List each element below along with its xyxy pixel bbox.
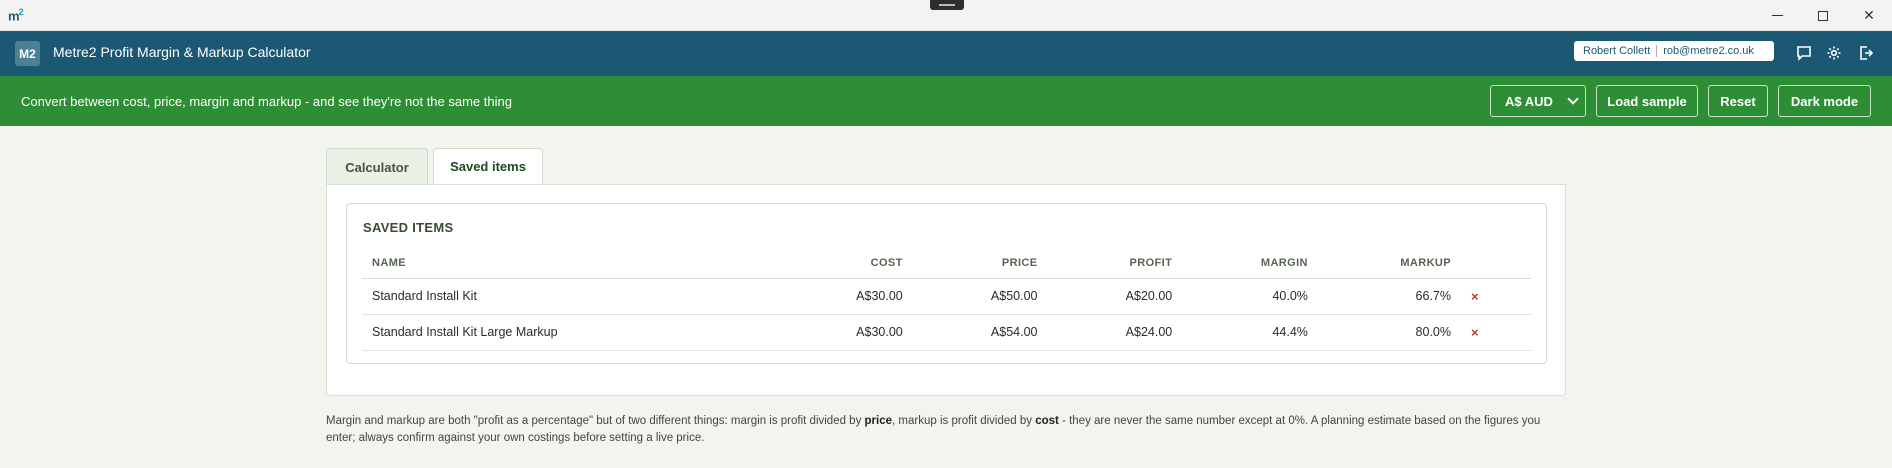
app-title: Metre2 Profit Margin & Markup Calculator <box>53 44 311 60</box>
currency-value: A$ AUD <box>1505 93 1553 109</box>
close-icon: ✕ <box>1863 7 1875 23</box>
saved-items-panel: SAVED ITEMS NAME COST PRICE PROFIT MARGI… <box>326 184 1566 396</box>
maximize-icon <box>1818 10 1828 21</box>
toolbar: Convert between cost, price, margin and … <box>0 76 1892 126</box>
app-mark-superscript: 2 <box>18 7 24 17</box>
reset-button[interactable]: Reset <box>1708 85 1768 117</box>
row-margin: 44.4% <box>1182 314 1318 351</box>
footnote-text-1: Margin and markup are both "profit as a … <box>326 415 865 427</box>
window-titlebar: m2 ✕ <box>0 0 1892 31</box>
app-mark-letter: m <box>8 8 20 24</box>
settings-button[interactable] <box>1825 44 1843 62</box>
dark-mode-button[interactable]: Dark mode <box>1778 85 1871 117</box>
saved-items-title: SAVED ITEMS <box>363 220 454 235</box>
toolbar-tagline: Convert between cost, price, margin and … <box>21 94 512 109</box>
close-window-button[interactable]: ✕ <box>1846 0 1892 31</box>
footnote-text-2: , markup is profit divided by <box>892 415 1036 427</box>
row-cost: A$30.00 <box>778 314 913 351</box>
chevron-down-icon <box>1567 93 1579 105</box>
window-drag-handle[interactable] <box>930 0 964 10</box>
currency-select[interactable]: A$ AUD <box>1490 85 1586 117</box>
column-header-profit: PROFIT <box>1047 248 1183 279</box>
footnote: Margin and markup are both "profit as a … <box>326 413 1566 447</box>
column-header-margin: MARGIN <box>1182 248 1318 279</box>
user-email: rob@metre2.co.uk <box>1663 45 1754 57</box>
column-header-price: PRICE <box>912 248 1048 279</box>
feedback-button[interactable] <box>1795 44 1813 62</box>
row-cost: A$30.00 <box>778 278 913 315</box>
column-header-cost: COST <box>778 248 913 279</box>
row-markup: 80.0% <box>1317 314 1461 351</box>
app-logo-mark: m2 <box>8 7 24 24</box>
row-name: Standard Install Kit <box>362 278 778 315</box>
app-logo: M2 <box>15 41 40 66</box>
footnote-emphasis-price: price <box>864 415 893 427</box>
column-header-actions <box>1461 248 1531 279</box>
app-header: M2 Metre2 Profit Margin & Markup Calcula… <box>0 31 1892 76</box>
column-header-name: NAME <box>362 248 778 279</box>
feedback-icon <box>1797 46 1811 61</box>
saved-items-card: SAVED ITEMS NAME COST PRICE PROFIT MARGI… <box>346 203 1547 364</box>
row-price: A$54.00 <box>912 314 1048 351</box>
row-profit: A$20.00 <box>1047 278 1183 315</box>
tab-saved-items[interactable]: Saved items <box>433 148 543 186</box>
footnote-emphasis-cost: cost <box>1035 415 1059 427</box>
minimize-icon <box>1771 15 1783 16</box>
maximize-button[interactable] <box>1800 0 1846 31</box>
user-badge[interactable]: Robert Collett rob@metre2.co.uk <box>1574 41 1774 61</box>
delete-item-button[interactable]: × <box>1471 325 1479 340</box>
user-name: Robert Collett <box>1583 45 1651 57</box>
minimize-button[interactable] <box>1754 0 1800 31</box>
delete-item-button[interactable]: × <box>1471 289 1479 304</box>
user-badge-divider <box>1656 45 1658 57</box>
tab-calculator[interactable]: Calculator <box>326 148 428 185</box>
table-row: Standard Install Kit A$30.00 A$50.00 A$2… <box>362 278 1531 315</box>
logout-button[interactable] <box>1857 44 1875 62</box>
row-markup: 66.7% <box>1317 278 1461 315</box>
load-sample-button[interactable]: Load sample <box>1596 85 1698 117</box>
row-name: Standard Install Kit Large Markup <box>362 314 778 351</box>
logout-icon <box>1860 46 1874 60</box>
table-row: Standard Install Kit Large Markup A$30.0… <box>362 314 1531 351</box>
saved-items-table: NAME COST PRICE PROFIT MARGIN MARKUP Sta… <box>362 248 1531 351</box>
table-header-row: NAME COST PRICE PROFIT MARGIN MARKUP <box>362 248 1531 279</box>
row-margin: 40.0% <box>1182 278 1318 315</box>
row-actions: × <box>1461 314 1531 351</box>
row-price: A$50.00 <box>912 278 1048 315</box>
column-header-markup: MARKUP <box>1317 248 1461 279</box>
row-actions: × <box>1461 278 1531 315</box>
row-profit: A$24.00 <box>1047 314 1183 351</box>
tab-bar: Calculator Saved items <box>326 148 548 186</box>
settings-icon <box>1827 46 1841 60</box>
